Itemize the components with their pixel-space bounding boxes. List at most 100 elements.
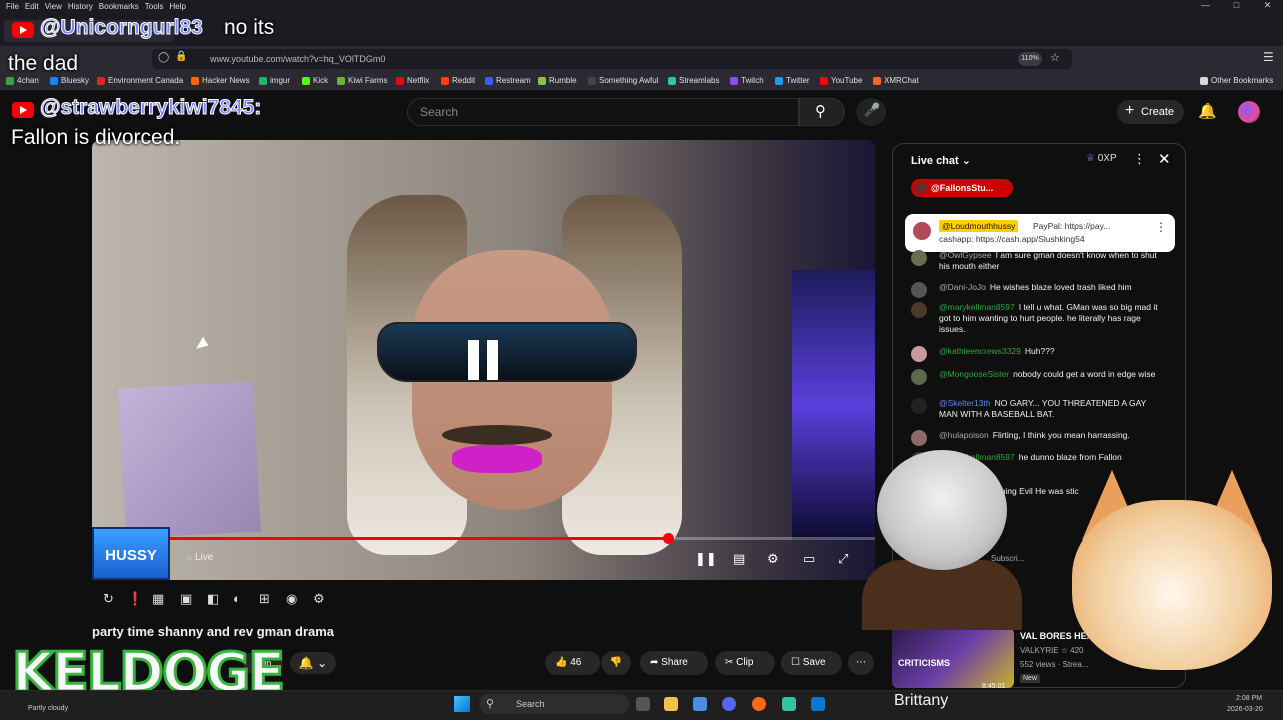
file-explorer-icon[interactable] [664,697,678,711]
shield-icon[interactable]: ◯ [158,52,169,63]
camera-icon[interactable]: ◉ [286,591,297,607]
more-actions-button[interactable]: ⋯ [848,651,874,675]
pinned-message[interactable]: @Loudmouthhussy PayPal: https://pay... c… [905,214,1175,252]
bookmark-kick[interactable]: Kick [302,76,328,85]
xp-badge[interactable]: ♕ 0XP [1086,153,1117,164]
pinned-username: @Loudmouthhussy [939,220,1019,232]
bookmark-twitter[interactable]: Twitter [775,76,810,85]
theater-mode-icon[interactable]: ▭ [803,551,815,567]
chat-username[interactable]: @Skelter13th [939,398,991,408]
task-view-icon[interactable] [636,697,650,711]
star-bookmark-icon[interactable]: ☆ [1050,51,1060,64]
windows-start-icon[interactable] [454,696,470,712]
chat-username[interactable]: @MongooseSister [939,369,1009,379]
lock-icon[interactable]: 🔒 [175,51,187,62]
chat-username[interactable]: @Dani-JoJo [939,282,986,292]
bookmark-icon [97,76,105,85]
bookmark-streamlabs[interactable]: Streamlabs [668,76,719,85]
bookmark-imgur[interactable]: imgur [259,76,290,85]
close-window-icon[interactable]: ✕ [1252,0,1283,12]
taskbar-date[interactable]: 2026-03-20 [1227,706,1263,713]
add-icon[interactable]: ⊞ [259,591,270,607]
menu-edit[interactable]: Edit [25,2,39,11]
loop-icon[interactable]: ↻ [103,591,114,607]
pinned-chip[interactable]: @FallonsStu... [911,179,1013,197]
bookmark-youtube[interactable]: YouTube [820,76,862,85]
captions-icon[interactable]: ▤ [733,551,745,567]
related-video-thumbnail[interactable]: CRITICISMS [892,628,1014,688]
discord-icon[interactable] [722,697,736,711]
bookmark-xmrchat[interactable]: XMRChat [873,76,919,85]
bookmark-4chan[interactable]: 4chan [6,76,39,85]
pause-control-icon[interactable]: ❚❚ [695,551,717,567]
menu-view[interactable]: View [45,2,62,11]
firefox-icon[interactable] [752,697,766,711]
share-button[interactable]: ➦ Share [640,651,708,675]
address-bar[interactable]: www.youtube.com/watch?v=hq_VOlTDGm0 [152,49,1072,69]
bookmark-twitch[interactable]: Twitch [730,76,764,85]
weather-widget[interactable]: Partly cloudy [28,705,68,712]
chat-more-icon[interactable]: ⋮ [1133,151,1146,167]
extension-gear-icon[interactable]: ⚙ [313,591,325,607]
thumbnail-text: CRITICISMS [898,658,951,668]
copilot-icon[interactable] [693,697,707,711]
bookmark-restream[interactable]: Restream [485,76,531,85]
chat-username[interactable]: @hulapoison [939,430,989,440]
menu-tools[interactable]: Tools [145,2,164,11]
close-icon[interactable]: ✕ [1158,150,1171,168]
taskbar-time[interactable]: 2:08 PM [1236,695,1262,702]
overlay-chat1-text2: the dad [8,52,79,75]
minimize-icon[interactable]: — [1190,0,1221,12]
zoom-level[interactable]: 110% [1018,52,1042,66]
screenshot-icon[interactable]: ▦ [152,591,164,607]
bookmark-netflix[interactable]: Netflix [396,76,429,85]
bookmark-environment-canada[interactable]: Environment Canada [97,76,183,85]
bookmark-something-awful[interactable]: Something Awful [588,76,658,85]
menu-file[interactable]: File [6,2,19,11]
menu-bookmarks[interactable]: Bookmarks [99,2,139,11]
chat-username[interactable]: @kathleencrews3329 [939,346,1021,356]
chat-title[interactable]: Live chat ⌄ [911,154,971,167]
bookmark-kiwi-farms[interactable]: Kiwi Farms [337,76,388,85]
progress-scrubber[interactable] [662,533,674,544]
chat-text: Flirting, I think you mean harrassing. [992,430,1130,440]
taskbar-search[interactable]: Search [479,694,629,714]
account-avatar[interactable] [1238,101,1260,123]
notifications-bell-icon[interactable]: 🔔 [1198,102,1217,120]
thumbs-down-icon: 👎 [609,657,623,668]
audio-wave-icon[interactable]: ❗ [127,591,143,607]
pinned-more-icon[interactable]: ⋮ [1155,220,1167,234]
like-button[interactable]: 👍 46 [545,651,600,675]
save-button[interactable]: ☐ Save [781,651,842,675]
bookmark-icon [50,76,58,85]
notifications-bell-dropdown[interactable]: 🔔 ⌄ [290,652,336,674]
film-icon[interactable]: ▣ [180,591,192,607]
bookmark-reddit[interactable]: Reddit [441,76,475,85]
settings-gear-icon[interactable]: ⚙ [767,551,779,567]
voice-search-button[interactable]: 🎤 [856,98,886,126]
menu-help[interactable]: Help [169,2,185,11]
clip-button[interactable]: ✂ Clip [715,651,775,675]
live-indicator[interactable]: Live [195,552,213,563]
bookmark-icon [588,76,596,85]
dislike-button[interactable]: 👎 [601,651,631,675]
progress-bar[interactable] [92,533,875,544]
video-player[interactable] [92,140,875,580]
app-icon[interactable] [811,697,825,711]
maximize-icon[interactable]: □ [1221,0,1252,12]
bookmark-bluesky[interactable]: Bluesky [50,76,89,85]
chat-username[interactable]: @marykellman8597 [939,302,1015,312]
hamburger-menu-icon[interactable]: ☰ [1263,50,1274,64]
speed-icon[interactable]: ◐ [233,591,241,606]
pip-icon[interactable]: ◧ [207,591,219,607]
other-bookmarks[interactable]: Other Bookmarks [1200,76,1273,85]
chat-username[interactable]: @OwlGypsee [939,250,992,260]
pause-icon[interactable] [466,340,500,380]
streamlabs-icon[interactable] [782,697,796,711]
bookmark-rumble[interactable]: Rumble [538,76,577,85]
fullscreen-icon[interactable]: ⤢ [838,551,848,567]
bookmark-hacker-news[interactable]: Hacker News [191,76,250,85]
search-button[interactable]: ⚲ [799,98,845,126]
menu-history[interactable]: History [68,2,93,11]
search-input[interactable]: Search [407,98,799,126]
